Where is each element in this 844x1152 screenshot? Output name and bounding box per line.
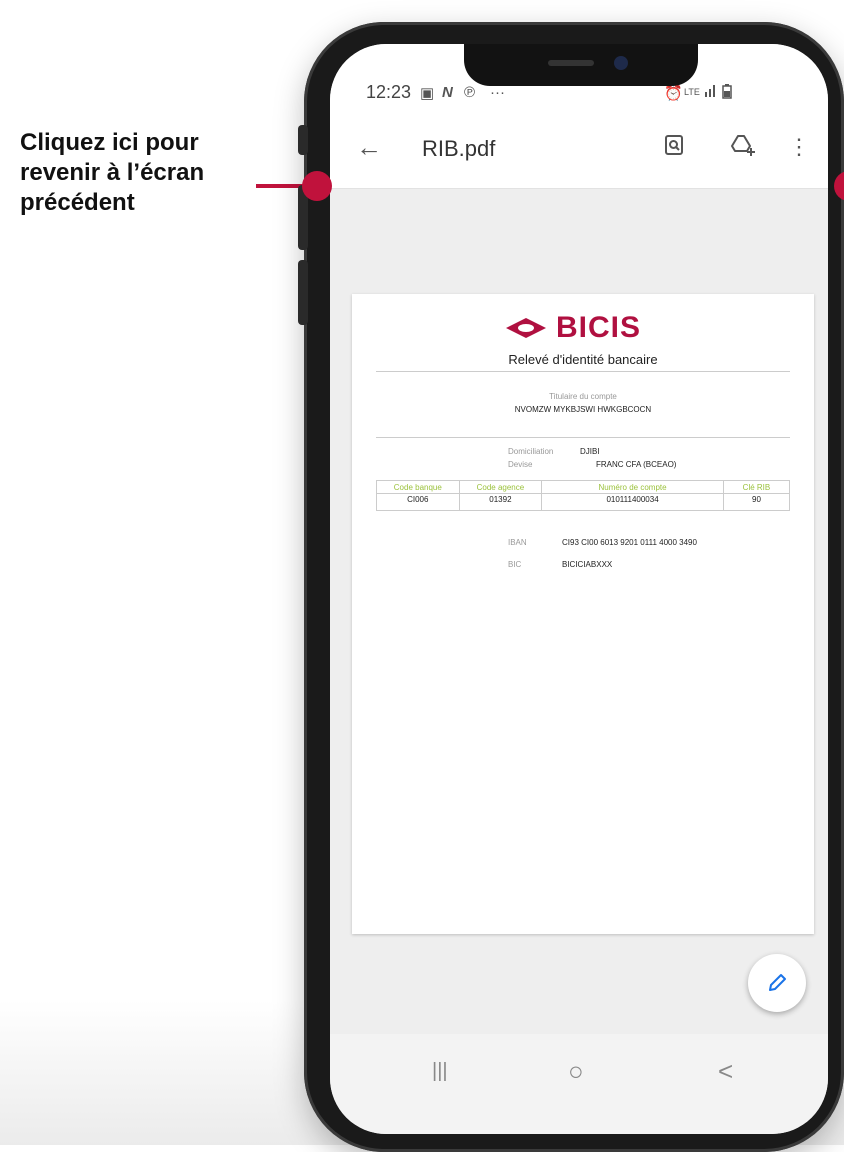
more-vert-icon[interactable]: ⋮ bbox=[788, 134, 810, 160]
bank-codes-table: Code banque Code agence Numéro de compte… bbox=[376, 480, 791, 511]
table-cell: 01392 bbox=[458, 493, 543, 511]
nav-bar: ||| ○ < bbox=[330, 1034, 828, 1134]
divider bbox=[376, 371, 790, 372]
camera-notch bbox=[464, 44, 698, 86]
pinterest-icon: ℗ bbox=[464, 84, 476, 101]
bicis-logo-mark bbox=[506, 318, 546, 338]
table-cell: 010111400034 bbox=[541, 493, 724, 511]
table-header-row: Code banque Code agence Numéro de compte… bbox=[376, 480, 791, 494]
brand-name: BICIS bbox=[556, 311, 642, 344]
divider bbox=[376, 437, 790, 438]
home-icon[interactable]: ○ bbox=[568, 1056, 584, 1087]
domiciliation-label: Domiciliation bbox=[508, 447, 554, 456]
table-header: Clé RIB bbox=[722, 480, 791, 494]
n-icon: N bbox=[442, 84, 453, 101]
speaker-grille bbox=[548, 60, 594, 66]
front-camera bbox=[614, 56, 628, 70]
lte-icon: LTE bbox=[684, 87, 700, 97]
document-title: RIB.pdf bbox=[422, 136, 496, 161]
table-row: CI006 01392 010111400034 90 bbox=[376, 493, 791, 511]
annotation-callout: Cliquez ici pour revenir à l’écran précé… bbox=[20, 129, 205, 216]
recents-icon[interactable]: ||| bbox=[432, 1060, 448, 1083]
iban-value: CI93 CI00 6013 9201 0111 4000 3490 bbox=[562, 538, 697, 547]
edit-pencil-icon bbox=[769, 974, 786, 991]
table-cell: CI006 bbox=[376, 493, 460, 511]
search-document-icon[interactable] bbox=[664, 134, 684, 162]
battery-icon bbox=[722, 84, 732, 103]
more-dots-icon: ··· bbox=[490, 84, 505, 101]
table-header: Code banque bbox=[376, 480, 460, 494]
back-arrow-icon[interactable]: ← bbox=[356, 132, 382, 163]
alarm-icon: ⏰ bbox=[664, 85, 683, 102]
holder-label: Titulaire du compte bbox=[549, 392, 617, 401]
phone-side-button bbox=[298, 125, 308, 155]
pdf-page: BICIS Relevé d'identité bancaire Titulai… bbox=[352, 294, 814, 934]
nav-back-icon[interactable]: < bbox=[718, 1056, 733, 1087]
image-icon: ▣ bbox=[420, 85, 435, 102]
phone-volume-down-button bbox=[298, 260, 308, 325]
bic-value: BICICIABXXX bbox=[562, 560, 613, 569]
currency-label: Devise bbox=[508, 460, 533, 469]
currency-value: FRANC CFA (BCEAO) bbox=[596, 460, 677, 469]
table-header: Code agence bbox=[458, 480, 543, 494]
phone-screen: 12:23 ▣ N ℗ ··· ⏰ LTE ← RIB.pdf ⋮ BICIS bbox=[330, 44, 828, 1134]
status-time: 12:23 bbox=[366, 82, 412, 102]
domiciliation-value: DJIBI bbox=[580, 447, 600, 456]
add-to-drive-icon[interactable] bbox=[730, 134, 756, 162]
signal-icon bbox=[704, 84, 718, 101]
bicis-logo: BICIS bbox=[504, 308, 641, 348]
table-cell: 90 bbox=[722, 493, 791, 511]
rib-title: Relevé d'identité bancaire bbox=[508, 352, 658, 367]
table-header: Numéro de compte bbox=[541, 480, 724, 494]
annotation-marker-dot bbox=[302, 171, 332, 201]
bic-label: BIC bbox=[508, 560, 522, 569]
iban-label: IBAN bbox=[508, 538, 527, 547]
holder-name: NVOMZW MYKBJSWI HWKGBCOCN bbox=[514, 405, 652, 414]
edit-fab-button[interactable] bbox=[748, 954, 806, 1012]
app-toolbar: ← RIB.pdf ⋮ bbox=[330, 110, 828, 189]
